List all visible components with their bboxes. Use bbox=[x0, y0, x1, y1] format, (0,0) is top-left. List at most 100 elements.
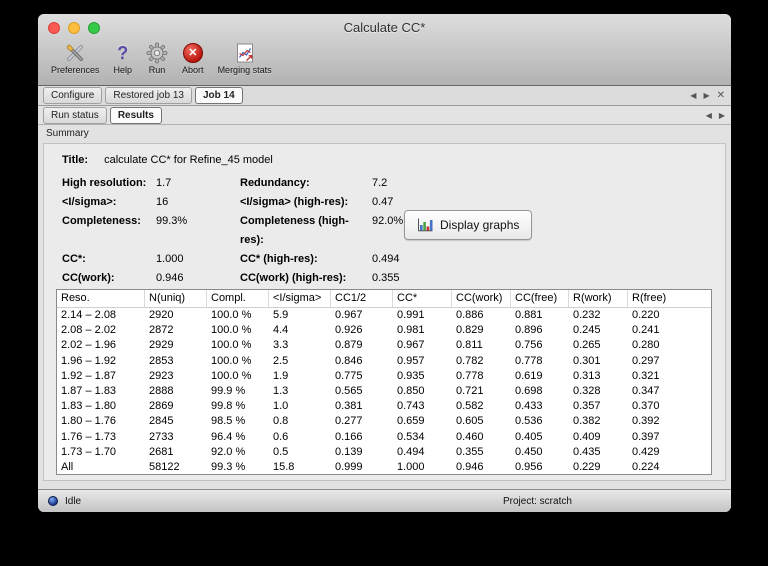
summary-label: CC(work) (high-res): bbox=[240, 272, 347, 284]
tab-scroll-left-icon[interactable]: ◀ bbox=[690, 91, 696, 100]
table-row[interactable]: 1.87 – 1.83 2888 99.9 % 1.3 0.565 0.850 0.721 0… bbox=[57, 384, 711, 399]
tab-scroll-left-icon[interactable]: ◀ bbox=[706, 111, 712, 120]
table-cell: 0.229 bbox=[573, 460, 601, 473]
table-cell: 2.08 – 2.02 bbox=[61, 324, 117, 337]
table-row[interactable]: 2.08 – 2.02 2872 100.0 % 4.4 0.926 0.981 0.829… bbox=[57, 323, 711, 338]
column-header[interactable]: <I/sigma> bbox=[269, 290, 331, 307]
bar-chart-icon bbox=[417, 218, 433, 232]
toolbar: Preferences ? Help Run ✕ Abort Merging s… bbox=[38, 40, 731, 85]
table-cell: 0.886 bbox=[456, 309, 484, 321]
column-header[interactable]: Compl. bbox=[207, 290, 269, 307]
tab-results[interactable]: Results bbox=[109, 106, 162, 124]
table-row[interactable]: 2.14 – 2.08 2920 100.0 % 5.9 0.967 0.991 0.886… bbox=[57, 308, 711, 323]
table-cell: 0.981 bbox=[397, 324, 425, 337]
table-row[interactable]: 1.92 – 1.87 2923 100.0 % 1.9 0.775 0.935 0.778… bbox=[57, 369, 711, 384]
tab-summary[interactable]: Summary bbox=[46, 128, 89, 139]
project-label: Project: scratch bbox=[503, 495, 572, 507]
table-cell: 0.405 bbox=[515, 430, 543, 443]
tab-run-status[interactable]: Run status bbox=[43, 106, 107, 124]
main-area: Title: calculate CC* for Refine_45 model … bbox=[38, 141, 731, 489]
toolbar-label: Run bbox=[148, 65, 166, 75]
column-header[interactable]: CC* bbox=[393, 290, 452, 307]
table-cell: 1.83 – 1.80 bbox=[61, 400, 117, 413]
tab-job-14[interactable]: Job 14 bbox=[194, 87, 243, 104]
table-cell: 0.534 bbox=[397, 430, 425, 443]
table-cell: 4.4 bbox=[273, 324, 289, 337]
display-graphs-button[interactable]: Display graphs bbox=[404, 210, 533, 240]
table-cell: 96.4 % bbox=[211, 430, 246, 443]
table-cell: 2.02 – 1.96 bbox=[61, 339, 117, 352]
toolbar-label: Abort bbox=[182, 65, 204, 75]
column-header[interactable]: CC(free) bbox=[511, 290, 569, 307]
tab-configure[interactable]: Configure bbox=[43, 87, 103, 104]
summary-value: 99.3% bbox=[156, 215, 188, 227]
table-row[interactable]: All 58122 99.3 % 15.8 0.999 1.000 0.946 0.956 0.… bbox=[57, 460, 711, 474]
table-cell: 2923 bbox=[149, 369, 174, 382]
table-row[interactable]: 2.02 – 1.96 2929 100.0 % 3.3 0.879 0.967 0.811… bbox=[57, 338, 711, 353]
table-cell: 92.0 % bbox=[211, 445, 246, 458]
job-tab-nav: ◀ ▶ ✕ bbox=[690, 86, 725, 105]
status-bar: Idle Project: scratch bbox=[38, 489, 731, 512]
table-cell: 0.619 bbox=[515, 369, 543, 382]
table-cell: 2929 bbox=[149, 339, 174, 352]
column-header[interactable]: Reso. bbox=[57, 290, 145, 307]
table-cell: 2920 bbox=[149, 309, 174, 321]
table-cell: 0.355 bbox=[456, 445, 484, 458]
tab-restored-job-13[interactable]: Restored job 13 bbox=[105, 87, 192, 104]
table-cell: 5.9 bbox=[273, 309, 289, 321]
column-header[interactable]: CC1/2 bbox=[331, 290, 393, 307]
column-header[interactable]: R(free) bbox=[628, 290, 711, 307]
toolbar-label: Merging stats bbox=[217, 65, 272, 75]
toolbar-button-merging-stats[interactable]: Merging stats bbox=[215, 40, 275, 75]
table-cell: 0.392 bbox=[632, 415, 660, 428]
table-cell: 0.357 bbox=[573, 400, 601, 413]
summary-label: Completeness (high-res): bbox=[240, 215, 349, 246]
table-cell: 0.850 bbox=[397, 384, 425, 397]
toolbar-button-help[interactable]: ? Help bbox=[111, 40, 136, 76]
tab-scroll-right-icon[interactable]: ▶ bbox=[719, 111, 725, 120]
column-header[interactable]: N(uniq) bbox=[145, 290, 207, 307]
table-cell: 2872 bbox=[149, 324, 174, 337]
table-row[interactable]: 1.80 – 1.76 2845 98.5 % 0.8 0.277 0.659 0.605 0… bbox=[57, 414, 711, 429]
summary-label: <I/sigma>: bbox=[62, 196, 117, 208]
table-cell: 0.265 bbox=[573, 339, 601, 352]
result-tab-nav: ◀ ▶ bbox=[706, 106, 725, 124]
column-header[interactable]: CC(work) bbox=[452, 290, 511, 307]
table-cell: 1.3 bbox=[273, 384, 289, 397]
table-cell: 0.370 bbox=[632, 400, 660, 413]
table-cell: 100.0 % bbox=[211, 339, 252, 352]
table-cell: 0.232 bbox=[573, 309, 601, 321]
table-cell: 15.8 bbox=[273, 460, 295, 473]
table-row[interactable]: 1.96 – 1.92 2853 100.0 % 2.5 0.846 0.957 0.782… bbox=[57, 354, 711, 369]
table-cell: 99.8 % bbox=[211, 400, 246, 413]
summary-label: <I/sigma> (high-res): bbox=[240, 196, 349, 208]
summary-value: 0.355 bbox=[372, 272, 400, 284]
summary-value: 1.000 bbox=[156, 253, 184, 265]
table-row[interactable]: 1.73 – 1.70 2681 92.0 % 0.5 0.139 0.494 0.355 0… bbox=[57, 445, 711, 460]
toolbar-button-abort[interactable]: ✕ Abort bbox=[179, 40, 207, 75]
table-cell: 0.659 bbox=[397, 415, 425, 428]
table-cell: 0.397 bbox=[632, 430, 660, 443]
tab-close-icon[interactable]: ✕ bbox=[717, 90, 725, 101]
table-cell: 0.775 bbox=[335, 369, 363, 382]
table-cell: 100.0 % bbox=[211, 369, 252, 382]
toolbar-button-run[interactable]: Run bbox=[143, 40, 171, 75]
table-cell: 2853 bbox=[149, 354, 174, 367]
table-cell: 0.450 bbox=[515, 445, 543, 458]
statistics-table: Reso. N(uniq) Compl. <I/sigma> CC1/2 CC* CC(wo… bbox=[56, 289, 712, 475]
table-cell: 0.536 bbox=[515, 415, 543, 428]
table-cell: 1.80 – 1.76 bbox=[61, 415, 117, 428]
table-cell: 0.5 bbox=[273, 445, 289, 458]
help-icon: ? bbox=[117, 42, 129, 63]
toolbar-button-preferences[interactable]: Preferences bbox=[48, 40, 103, 75]
summary-label: Title: bbox=[62, 154, 89, 166]
table-cell: 1.0 bbox=[273, 400, 289, 413]
tab-scroll-right-icon[interactable]: ▶ bbox=[703, 91, 709, 100]
table-row[interactable]: 1.83 – 1.80 2869 99.8 % 1.0 0.381 0.743 0.582 0… bbox=[57, 399, 711, 414]
table-cell: 99.3 % bbox=[211, 460, 246, 473]
table-row[interactable]: 1.76 – 1.73 2733 96.4 % 0.6 0.166 0.534 0.460 0… bbox=[57, 430, 711, 445]
title-bar: Calculate CC* bbox=[38, 14, 731, 40]
table-cell: 98.5 % bbox=[211, 415, 246, 428]
column-header[interactable]: R(work) bbox=[569, 290, 628, 307]
table-cell: 0.435 bbox=[573, 445, 601, 458]
